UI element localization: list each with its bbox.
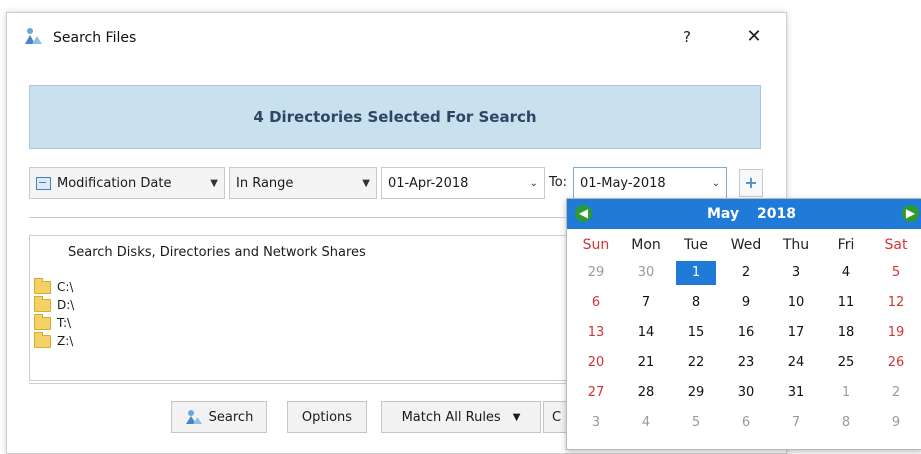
calendar-day[interactable]: 31 [771, 381, 821, 405]
field-select[interactable]: Modification Date ▼ [29, 167, 225, 199]
field-select-value: Modification Date [57, 175, 172, 191]
close-button[interactable]: ✕ [741, 25, 767, 49]
calendar-day[interactable]: 17 [771, 321, 821, 345]
search-button-label: Search [208, 409, 254, 425]
calendar-day[interactable]: 4 [621, 411, 671, 435]
folder-icon [34, 313, 51, 330]
list-item-label: D:\ [57, 298, 75, 312]
day-of-week-label: Sun [582, 237, 610, 253]
help-button[interactable]: ? [675, 25, 699, 49]
directories-header: Search Disks, Directories and Network Sh… [68, 245, 366, 260]
dialog-title: Search Files [53, 30, 137, 46]
date-to-value: 01-May-2018 [580, 175, 666, 191]
next-month-icon[interactable]: ▶ [902, 205, 919, 222]
calendar-day-selected[interactable]: 1 [671, 261, 721, 285]
calendar-day[interactable]: 19 [871, 321, 921, 345]
match-rules-button[interactable]: Match All Rules ▼ [381, 401, 541, 433]
calendar-day[interactable]: 28 [621, 381, 671, 405]
field-icon [36, 176, 51, 190]
chevron-down-icon: ▼ [210, 177, 218, 189]
list-item-label: Z:\ [57, 334, 74, 348]
calendar-popup: ◀ May 2018 ▶ Sun Mon Tue Wed Thu Fri Sat 29 30 1 2… [566, 198, 921, 450]
calendar-day[interactable]: 11 [821, 291, 871, 315]
chevron-down-icon: ⌄ [529, 177, 538, 189]
calendar-day[interactable]: 30 [621, 261, 671, 285]
list-item[interactable]: T:\ [34, 313, 72, 330]
add-rule-button[interactable]: + [739, 169, 763, 197]
app-icon [25, 28, 42, 44]
day-of-week-label: Wed [730, 237, 762, 253]
calendar-day[interactable]: 2 [721, 261, 771, 285]
calendar-day[interactable]: 9 [721, 291, 771, 315]
folder-icon [34, 295, 51, 312]
title-bar: Search Files ? ✕ [7, 13, 786, 63]
calendar-day[interactable]: 6 [721, 411, 771, 435]
calendar-day[interactable]: 8 [821, 411, 871, 435]
day-of-week-label: Sat [884, 237, 908, 253]
previous-month-icon[interactable]: ◀ [575, 205, 592, 222]
calendar-day[interactable]: 29 [571, 261, 621, 285]
calendar-day[interactable]: 22 [671, 351, 721, 375]
calendar-day[interactable]: 20 [571, 351, 621, 375]
calendar-day[interactable]: 4 [821, 261, 871, 285]
folder-icon [34, 277, 51, 294]
list-item-label: T:\ [57, 316, 72, 330]
calendar-day[interactable]: 12 [871, 291, 921, 315]
date-to-picker[interactable]: 01-May-2018 ⌄ [573, 167, 727, 199]
day-of-week-label: Tue [684, 237, 708, 253]
calendar-day[interactable]: 15 [671, 321, 721, 345]
calendar-day[interactable]: 13 [571, 321, 621, 345]
calendar-day[interactable]: 27 [571, 381, 621, 405]
date-from-picker[interactable]: 01-Apr-2018 ⌄ [381, 167, 545, 199]
calendar-day[interactable]: 16 [721, 321, 771, 345]
calendar-day[interactable]: 6 [571, 291, 621, 315]
calendar-header: ◀ May 2018 ▶ [567, 199, 921, 229]
calendar-day[interactable]: 5 [871, 261, 921, 285]
calendar-day[interactable]: 9 [871, 411, 921, 435]
calendar-day[interactable]: 10 [771, 291, 821, 315]
day-of-week-label: Mon [631, 237, 661, 253]
selection-banner: 4 Directories Selected For Search [29, 85, 761, 149]
chevron-down-icon: ▼ [362, 177, 370, 189]
match-rules-label: Match All Rules [401, 409, 501, 425]
calendar-day[interactable]: 30 [721, 381, 771, 405]
calendar-month[interactable]: May [707, 206, 739, 222]
calendar-day[interactable]: 14 [621, 321, 671, 345]
folder-icon [34, 331, 51, 348]
calendar-day[interactable]: 7 [771, 411, 821, 435]
calendar-day[interactable]: 7 [621, 291, 671, 315]
operator-select[interactable]: In Range ▼ [229, 167, 377, 199]
calendar-day[interactable]: 1 [821, 381, 871, 405]
chevron-down-icon: ⌄ [711, 177, 720, 189]
chevron-down-icon: ▼ [512, 411, 521, 423]
calendar-year[interactable]: 2018 [757, 206, 796, 222]
to-label: To: [549, 175, 568, 190]
date-from-value: 01-Apr-2018 [388, 175, 469, 191]
list-item-label: C:\ [57, 280, 74, 294]
day-of-week-label: Fri [837, 237, 855, 253]
operator-select-value: In Range [236, 175, 294, 191]
calendar-day[interactable]: 24 [771, 351, 821, 375]
calendar-day[interactable]: 3 [571, 411, 621, 435]
calendar-day[interactable]: 2 [871, 381, 921, 405]
calendar-day[interactable]: 5 [671, 411, 721, 435]
day-of-week-label: Thu [782, 237, 810, 253]
options-button[interactable]: Options [287, 401, 367, 433]
search-button[interactable]: Search [171, 401, 267, 433]
list-item[interactable]: Z:\ [34, 331, 74, 348]
calendar-day[interactable]: 18 [821, 321, 871, 345]
calendar-day[interactable]: 3 [771, 261, 821, 285]
list-item[interactable]: C:\ [34, 277, 74, 294]
calendar-day[interactable]: 21 [621, 351, 671, 375]
calendar-day[interactable]: 8 [671, 291, 721, 315]
calendar-day[interactable]: 25 [821, 351, 871, 375]
calendar-day[interactable]: 29 [671, 381, 721, 405]
calendar-day[interactable]: 26 [871, 351, 921, 375]
calendar-day[interactable]: 23 [721, 351, 771, 375]
search-icon [185, 410, 202, 424]
list-item[interactable]: D:\ [34, 295, 75, 312]
